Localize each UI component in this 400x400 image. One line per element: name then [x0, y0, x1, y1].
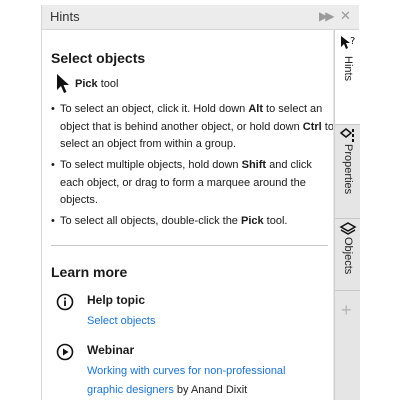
add-tab-button[interactable]: + — [341, 301, 352, 319]
properties-icon — [339, 128, 354, 142]
pick-cursor-icon — [57, 74, 69, 93]
bullet-text: To select all objects, double-click the — [60, 215, 241, 227]
docker-tab-strip: ? Hints Properties Objects + — [334, 30, 360, 400]
webinar-link[interactable]: graphic designers — [87, 384, 174, 396]
layers-icon — [339, 222, 357, 235]
help-topic-title: Help topic — [87, 293, 146, 307]
cursor-question-icon: ? — [341, 36, 355, 49]
info-circle-icon — [56, 293, 74, 311]
tab-label: Properties — [342, 144, 354, 195]
webinar-author: by Anand Dixit — [173, 384, 248, 396]
docker-title: Hints — [50, 9, 80, 24]
bullet-text: To select an object, click it. Hold down — [60, 103, 249, 115]
tab-label: Hints — [342, 56, 354, 82]
hints-docker: Hints ▶▶ ✕ Select objects Pick tool • To… — [41, 5, 360, 400]
tab-hints[interactable]: ? Hints — [335, 30, 360, 125]
bullet-text: tool. — [263, 215, 288, 227]
tool-name-bold: Pick — [240, 215, 264, 227]
help-topic-link[interactable]: Select objects — [87, 315, 155, 327]
tab-objects[interactable]: Objects — [335, 218, 360, 291]
webinar-link[interactable]: Working with curves for non-professional — [87, 365, 286, 377]
key-ctrl: Ctrl — [302, 120, 322, 133]
tool-name: Pick — [75, 78, 98, 90]
svg-text:?: ? — [350, 36, 355, 47]
double-chevron-right-icon[interactable]: ▶▶ — [319, 8, 335, 24]
key-shift: Shift — [241, 159, 267, 171]
tab-properties[interactable]: Properties — [335, 124, 360, 219]
learn-more-heading: Learn more — [51, 264, 128, 280]
close-icon[interactable]: ✕ — [340, 8, 351, 24]
section-divider — [51, 245, 328, 246]
key-alt: Alt — [248, 103, 263, 115]
hints-content: Select objects Pick tool • To select an … — [51, 50, 334, 396]
tab-label: Objects — [342, 237, 354, 275]
webinar-title: Webinar — [87, 343, 135, 357]
play-circle-icon — [56, 343, 74, 361]
docker-titlebar: Hints ▶▶ ✕ — [42, 5, 359, 30]
bullet-text: To select multiple objects, hold down — [60, 159, 242, 171]
hint-heading: Select objects — [51, 50, 146, 66]
tool-suffix: tool — [97, 78, 119, 90]
